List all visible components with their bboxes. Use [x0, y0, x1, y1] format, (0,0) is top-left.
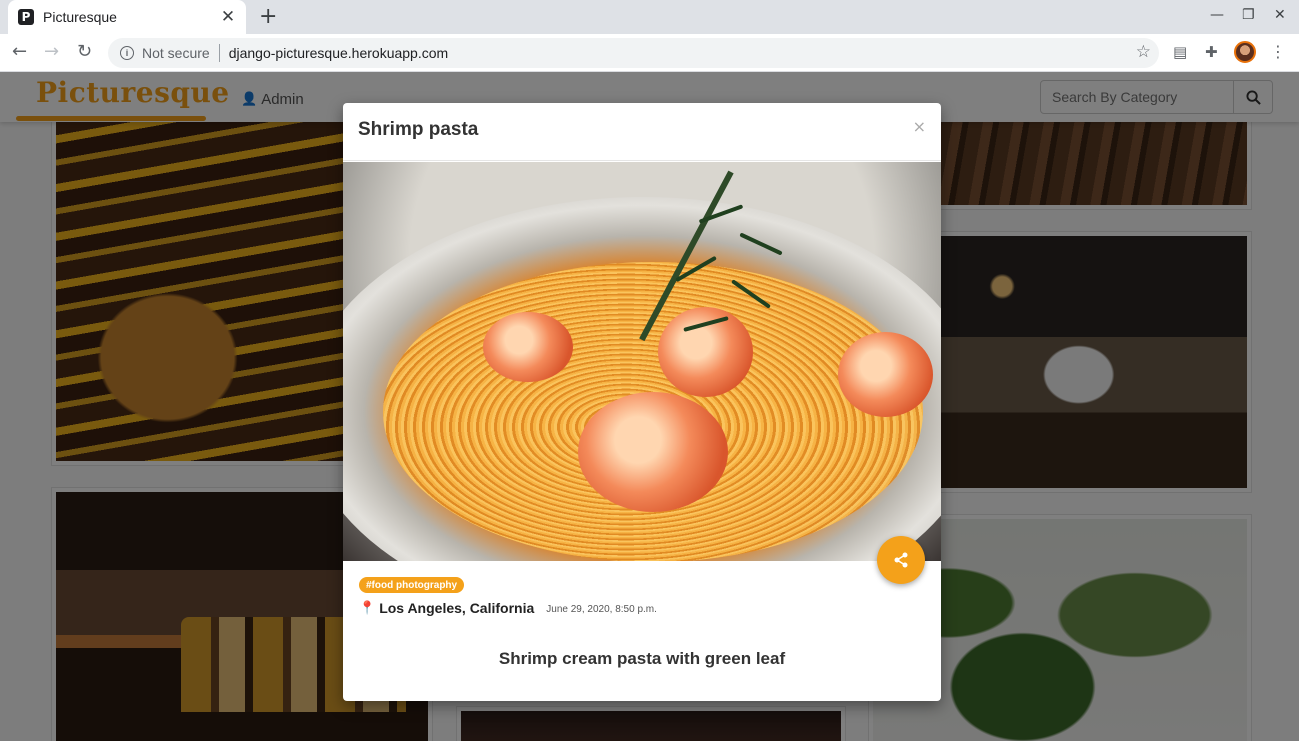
- browser-tab[interactable]: P Picturesque ✕: [8, 0, 246, 34]
- modal-header: Shrimp pasta ×: [343, 103, 941, 161]
- share-icon: [894, 552, 908, 568]
- extensions-puzzle-icon[interactable]: ✚: [1205, 43, 1218, 61]
- site-favicon-icon: P: [18, 9, 34, 25]
- bookmark-star-icon[interactable]: ☆: [1136, 42, 1151, 62]
- shrimp-graphic: [483, 312, 573, 382]
- share-button[interactable]: [877, 536, 925, 584]
- browser-tabstrip: P Picturesque ✕ + — ❐ ✕: [0, 0, 1299, 34]
- photo-description: Shrimp cream pasta with green leaf: [498, 649, 786, 668]
- shrimp-graphic: [658, 307, 753, 397]
- new-tab-icon[interactable]: +: [259, 4, 277, 29]
- url-text[interactable]: django-picturesque.herokuapp.com: [229, 45, 448, 61]
- shrimp-graphic: [838, 332, 933, 417]
- reader-mode-icon[interactable]: ▤: [1173, 43, 1187, 61]
- shrimp-pasta-photo: [343, 162, 941, 561]
- not-secure-label: Not secure: [142, 45, 210, 61]
- close-icon[interactable]: ×: [913, 117, 926, 136]
- profile-avatar[interactable]: [1234, 41, 1256, 63]
- window-close-icon[interactable]: ✕: [1274, 7, 1286, 23]
- location-row: 📍 Los Angeles, California June 29, 2020,…: [359, 600, 657, 616]
- category-tag[interactable]: #food photography: [359, 577, 465, 593]
- minimize-icon[interactable]: —: [1210, 7, 1224, 23]
- modal-title: Shrimp pasta: [358, 119, 479, 140]
- omnibox-divider: [218, 44, 220, 62]
- post-date: June 29, 2020, 8:50 p.m.: [546, 603, 657, 615]
- address-bar[interactable]: i Not secure django-picturesque.herokuap…: [108, 38, 1159, 68]
- map-pin-icon: 📍: [359, 600, 376, 616]
- browser-menu-icon[interactable]: ⋮: [1270, 42, 1286, 61]
- forward-arrow-icon[interactable]: →: [44, 41, 59, 62]
- photo-modal: Shrimp pasta × #food photography 📍 Los A…: [343, 103, 941, 701]
- tab-close-icon[interactable]: ✕: [220, 7, 236, 27]
- location-text: Los Angeles, California: [379, 600, 535, 616]
- browser-toolbar: ← → ↻ i Not secure django-picturesque.he…: [0, 34, 1299, 72]
- reload-icon[interactable]: ↻: [77, 41, 92, 62]
- back-arrow-icon[interactable]: ←: [12, 41, 27, 62]
- tab-title: Picturesque: [43, 9, 117, 25]
- page-content: Picturesque 👤 Admin Shrimp pasta ×: [0, 72, 1299, 741]
- info-icon[interactable]: i: [120, 46, 134, 60]
- restore-icon[interactable]: ❐: [1242, 7, 1255, 23]
- shrimp-graphic: [578, 392, 728, 512]
